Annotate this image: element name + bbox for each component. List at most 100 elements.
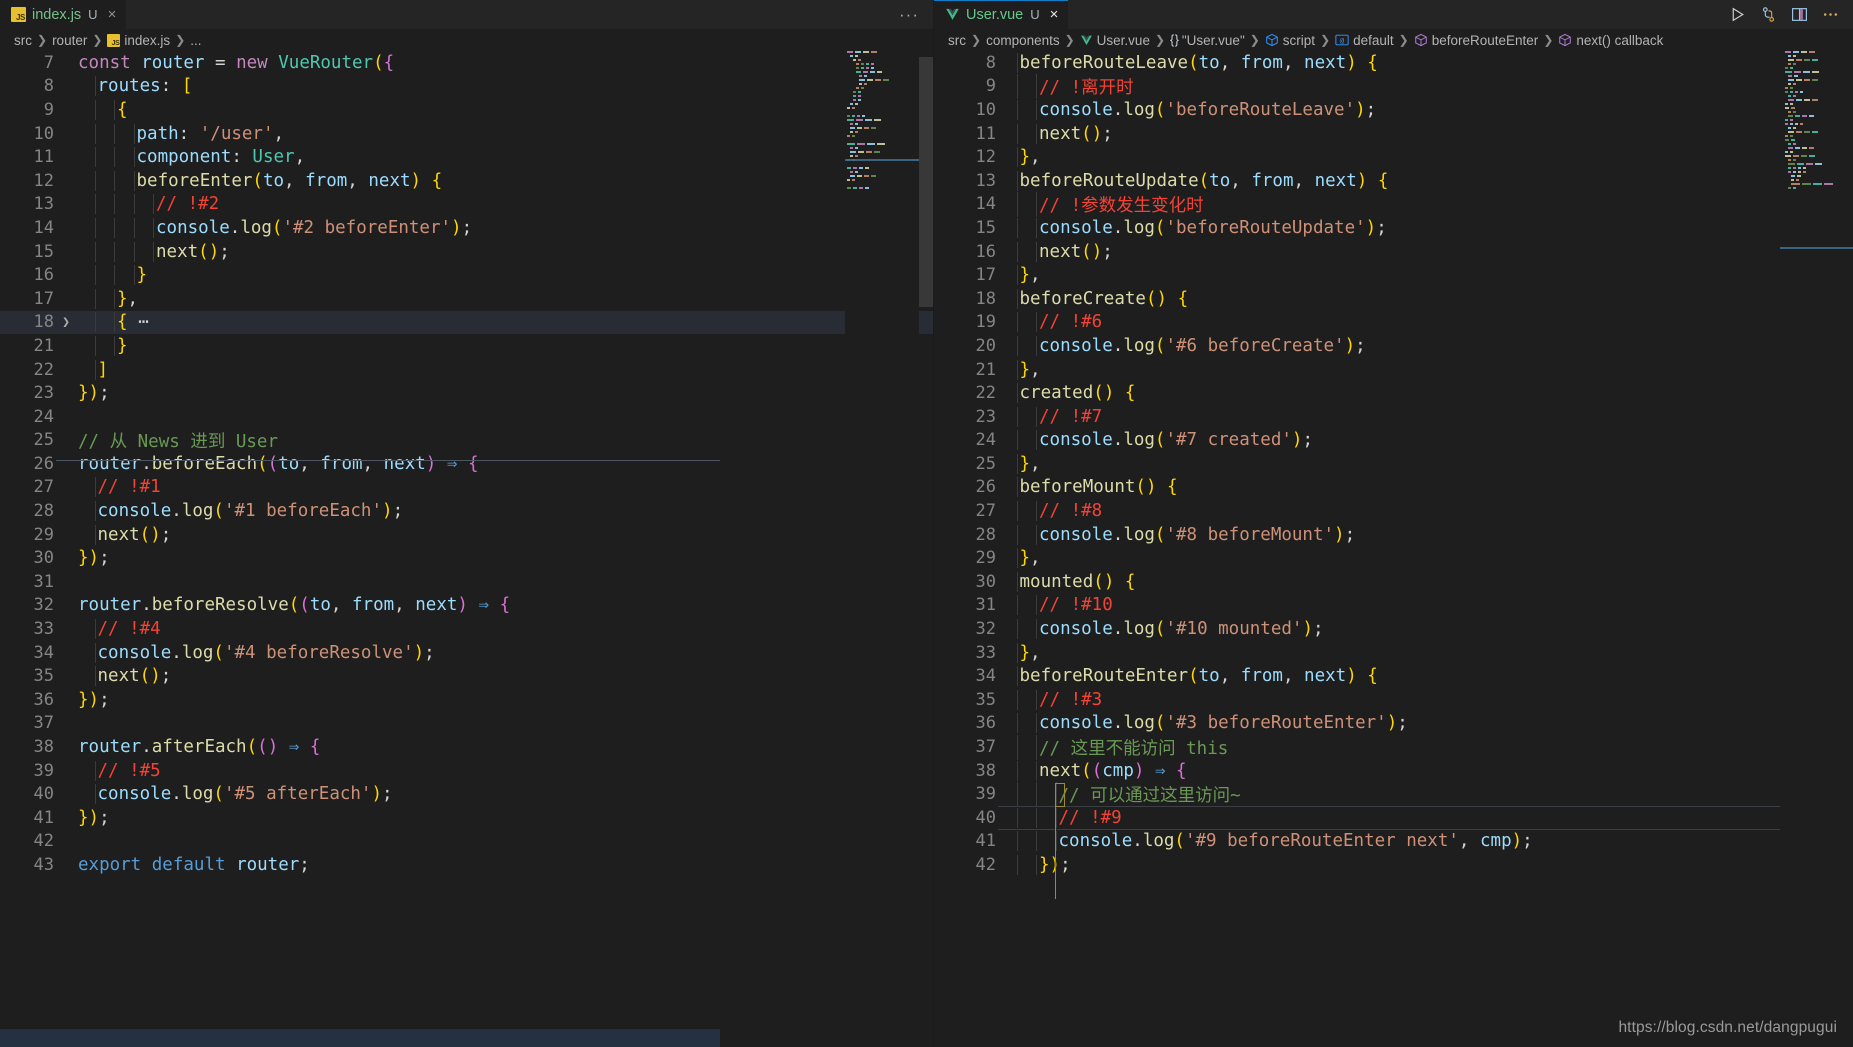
minimap-right[interactable] [1780,51,1853,1047]
close-icon[interactable]: × [1050,7,1059,22]
code-line[interactable]: 43 export default router; [0,853,933,877]
code-line[interactable]: 10 console.log('beforeRouteLeave'); [934,98,1853,122]
minimap-slider[interactable] [845,159,919,161]
breadcrumb-item-user-vue-symbol[interactable]: { } "User.vue" [1170,33,1245,48]
vertical-scrollbar-left[interactable] [919,51,933,1047]
code-line[interactable]: 10 path: '/user', [0,122,933,146]
code-line[interactable]: 30 mounted() { [934,570,1853,594]
code-line[interactable]: 22] [0,358,933,382]
code-line[interactable]: 24 console.log('#7 created'); [934,429,1853,453]
code-line[interactable]: 9// !离开时 [934,73,1853,99]
code-line[interactable]: 11 next(); [934,122,1853,146]
code-line[interactable]: 25}, [934,452,1853,476]
more-actions-button-right[interactable] [1821,6,1839,24]
breadcrumb-item-next-callback[interactable]: next() callback [1558,33,1663,48]
code-line[interactable]: 34 console.log('#4 beforeResolve'); [0,641,933,665]
code-line[interactable]: 36}); [0,688,933,712]
code-line[interactable]: 28 console.log('#1 beforeEach'); [0,499,933,523]
code-line[interactable]: 17}, [934,263,1853,287]
code-line[interactable]: 30}); [0,546,933,570]
breadcrumb-item-ellipsis[interactable]: ... [190,33,201,48]
tab-index-js[interactable]: JS index.js U × [0,0,127,29]
breadcrumb-item-src[interactable]: src [948,33,966,48]
code-line[interactable]: 8 beforeRouteLeave(to, from, next) { [934,51,1853,75]
code-line[interactable]: 7 const router = new VueRouter({ [0,51,933,75]
code-line[interactable]: 27 // !#1 [0,476,933,500]
code-line[interactable]: 25 // 从 News 进到 User [0,429,933,453]
code-line[interactable]: 18 ❯{ ⋯ [0,310,933,335]
breadcrumb-item-router[interactable]: router [52,33,87,48]
code-line[interactable]: 8 routes: [ [0,75,933,99]
breadcrumb-item-src[interactable]: src [14,33,32,48]
code-line[interactable]: 9{ [0,98,933,122]
code-line[interactable]: 22 created() { [934,381,1853,405]
code-line[interactable]: 35 next(); [0,664,933,688]
code-line[interactable]: 27// !#8 [934,499,1853,523]
code-line[interactable]: 16} [0,263,933,287]
code-line[interactable]: 36 console.log('#3 beforeRouteEnter'); [934,712,1853,736]
breadcrumb-item-default[interactable]: @ default [1335,33,1394,48]
code-lines-right[interactable]: 8 beforeRouteLeave(to, from, next) {9// !… [934,51,1853,1047]
breadcrumb-item-user-vue[interactable]: User.vue [1080,33,1150,48]
source-control-icon[interactable] [1759,6,1777,24]
code-line[interactable]: 23}); [0,381,933,405]
code-lines-left[interactable]: 7 const router = new VueRouter({8 routes: … [0,51,933,1047]
code-line[interactable]: 21} [0,334,933,358]
code-line[interactable]: 18 beforeCreate() { [934,287,1853,311]
code-line[interactable]: 40 console.log('#5 afterEach'); [0,782,933,806]
code-line[interactable]: 12 beforeEnter(to, from, next) { [0,169,933,193]
code-line[interactable]: 41}); [0,806,933,830]
code-line[interactable]: 13 beforeRouteUpdate(to, from, next) { [934,169,1853,193]
more-actions-button-left[interactable]: ··· [885,0,933,29]
code-line[interactable]: 26 router.beforeEach((to, from, next) ⇒ { [0,452,933,476]
code-line[interactable]: 42 [0,830,933,854]
minimap-left[interactable] [845,51,919,1047]
code-line[interactable]: 41 console.log('#9 beforeRouteEnter next'… [934,830,1853,854]
split-editor-button[interactable] [1790,6,1808,24]
code-line[interactable]: 29}, [934,546,1853,570]
code-line[interactable]: 35// !#3 [934,688,1853,712]
code-editor-right[interactable]: 8 beforeRouteLeave(to, from, next) {9// !… [934,51,1853,1047]
code-line[interactable]: 14 console.log('#2 beforeEnter'); [0,216,933,240]
code-line[interactable]: 15 next(); [0,240,933,264]
breadcrumb-item-components[interactable]: components [986,33,1060,48]
code-editor-left[interactable]: 7 const router = new VueRouter({8 routes: … [0,51,933,1047]
code-line[interactable]: 31// !#10 [934,594,1853,618]
run-button[interactable] [1728,6,1746,24]
code-line[interactable]: 39// 可以通过这里访问~ [934,781,1853,807]
code-line[interactable]: 19// !#6 [934,311,1853,335]
code-line[interactable]: 21}, [934,358,1853,382]
code-line[interactable]: 16 next(); [934,240,1853,264]
code-line[interactable]: 37 [0,712,933,736]
code-line[interactable]: 15 console.log('beforeRouteUpdate'); [934,216,1853,240]
code-line[interactable]: 37// 这里不能访问 this [934,734,1853,760]
code-line[interactable]: 38 router.afterEach(() ⇒ { [0,735,933,759]
code-line[interactable]: 34 beforeRouteEnter(to, from, next) { [934,664,1853,688]
code-line[interactable]: 32 console.log('#10 mounted'); [934,617,1853,641]
code-line[interactable]: 31 [0,570,933,594]
code-line[interactable]: 33}, [934,641,1853,665]
code-line[interactable]: 12}, [934,145,1853,169]
code-line[interactable]: 33 // !#4 [0,617,933,641]
tab-user-vue[interactable]: User.vue U × [934,0,1069,29]
code-line[interactable]: 29 next(); [0,523,933,547]
code-line[interactable]: 28 console.log('#8 beforeMount'); [934,523,1853,547]
breadcrumb-item-index-js[interactable]: JS index.js [107,33,170,48]
code-line[interactable]: 13 // !#2 [0,193,933,217]
code-line[interactable]: 39 // !#5 [0,759,933,783]
scrollbar-thumb[interactable] [919,57,933,307]
breadcrumb-item-beforerouteenter[interactable]: beforeRouteEnter [1414,33,1538,48]
code-line[interactable]: 14// !参数发生变化时 [934,191,1853,217]
code-line[interactable]: 17}, [0,287,933,311]
code-line[interactable]: 42}); [934,853,1853,877]
fold-chevron-icon[interactable]: ❯ [56,315,76,330]
code-line[interactable]: 26 beforeMount() { [934,476,1853,500]
code-line[interactable]: 24 [0,405,933,429]
code-line[interactable]: 23// !#7 [934,405,1853,429]
code-line[interactable]: 40// !#9 [934,806,1853,830]
minimap-slider[interactable] [1780,247,1853,249]
code-line[interactable]: 11 component: User, [0,145,933,169]
code-line[interactable]: 38 next((cmp) ⇒ { [934,759,1853,783]
breadcrumb-item-script[interactable]: script [1265,33,1315,48]
code-line[interactable]: 32 router.beforeResolve((to, from, next) … [0,594,933,618]
